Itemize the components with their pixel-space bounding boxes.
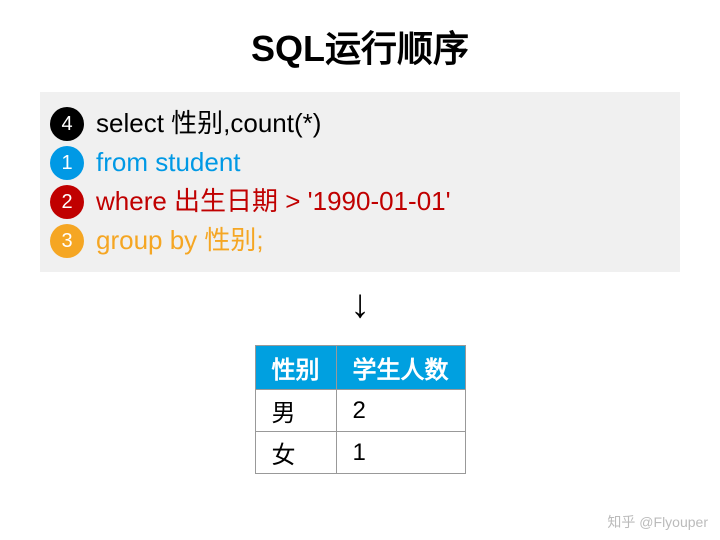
sql-line-groupby: 3 group by 性别; — [50, 221, 670, 260]
step-circle-3: 3 — [50, 224, 84, 258]
cell-count-female: 1 — [336, 432, 465, 474]
sql-line-from: 1 from student — [50, 143, 670, 182]
watermark: 知乎 @Flyouper — [607, 512, 708, 532]
cell-count-male: 2 — [336, 390, 465, 432]
table-header-row: 性别 学生人数 — [255, 346, 465, 390]
cell-gender-male: 男 — [255, 390, 336, 432]
step-circle-2: 2 — [50, 185, 84, 219]
sql-line-select: 4 select 性别,count(*) — [50, 104, 670, 143]
page-title: SQL运行顺序 — [0, 0, 720, 92]
header-gender: 性别 — [255, 346, 336, 390]
header-count: 学生人数 — [336, 346, 465, 390]
cell-gender-female: 女 — [255, 432, 336, 474]
sql-code-select: select 性别,count(*) — [96, 104, 321, 143]
sql-block: 4 select 性别,count(*) 1 from student 2 wh… — [40, 92, 680, 272]
down-arrow-icon: ↓ — [0, 282, 720, 327]
sql-code-where: where 出生日期 > '1990-01-01' — [96, 182, 451, 221]
sql-line-where: 2 where 出生日期 > '1990-01-01' — [50, 182, 670, 221]
sql-code-groupby: group by 性别; — [96, 221, 264, 260]
step-circle-4: 4 — [50, 107, 84, 141]
result-table: 性别 学生人数 男 2 女 1 — [255, 345, 466, 474]
table-row: 女 1 — [255, 432, 465, 474]
table-row: 男 2 — [255, 390, 465, 432]
step-circle-1: 1 — [50, 146, 84, 180]
sql-code-from: from student — [96, 143, 241, 182]
